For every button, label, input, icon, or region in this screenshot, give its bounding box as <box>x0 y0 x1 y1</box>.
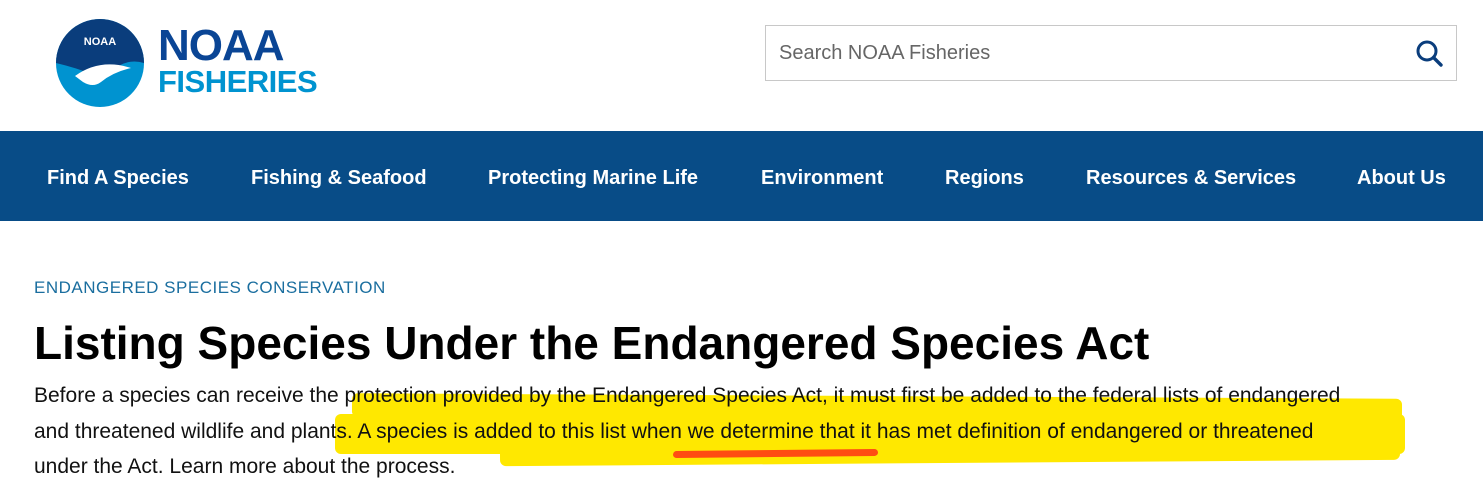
nav-item-resources-services[interactable]: Resources & Services <box>1086 131 1296 221</box>
nav-item-regions[interactable]: Regions <box>945 131 1024 221</box>
search-box <box>765 25 1457 81</box>
nav-item-find-a-species[interactable]: Find A Species <box>47 131 189 221</box>
emblem-text: NOAA <box>84 36 116 48</box>
body-text-line-3: under the Act. Learn more about the proc… <box>34 455 456 478</box>
body-text-line-2: and threatened wildlife and plants. A sp… <box>34 420 1314 443</box>
logo-line-fisheries: FISHERIES <box>158 64 318 99</box>
logo-line-noaa: NOAA <box>158 21 285 70</box>
main-nav: Find A Species Fishing & Seafood Protect… <box>0 131 1483 221</box>
noaa-fisheries-logo[interactable]: NOAA NOAA FISHERIES <box>55 18 318 108</box>
page-title: Listing Species Under the Endangered Spe… <box>34 317 1150 369</box>
nav-item-about-us[interactable]: About Us <box>1357 131 1446 221</box>
nav-item-protecting-marine-life[interactable]: Protecting Marine Life <box>488 131 698 221</box>
nav-item-environment[interactable]: Environment <box>761 131 883 221</box>
nav-item-fishing-seafood[interactable]: Fishing & Seafood <box>251 131 427 221</box>
noaa-emblem-icon: NOAA <box>56 19 144 107</box>
search-icon <box>1416 40 1443 67</box>
section-eyebrow[interactable]: ENDANGERED SPECIES CONSERVATION <box>34 278 386 298</box>
search-button[interactable] <box>1414 38 1446 70</box>
logo-wordmark: NOAA FISHERIES <box>158 21 318 99</box>
body-text-line-1: Before a species can receive the protect… <box>34 384 1341 407</box>
search-input[interactable] <box>766 26 1406 80</box>
